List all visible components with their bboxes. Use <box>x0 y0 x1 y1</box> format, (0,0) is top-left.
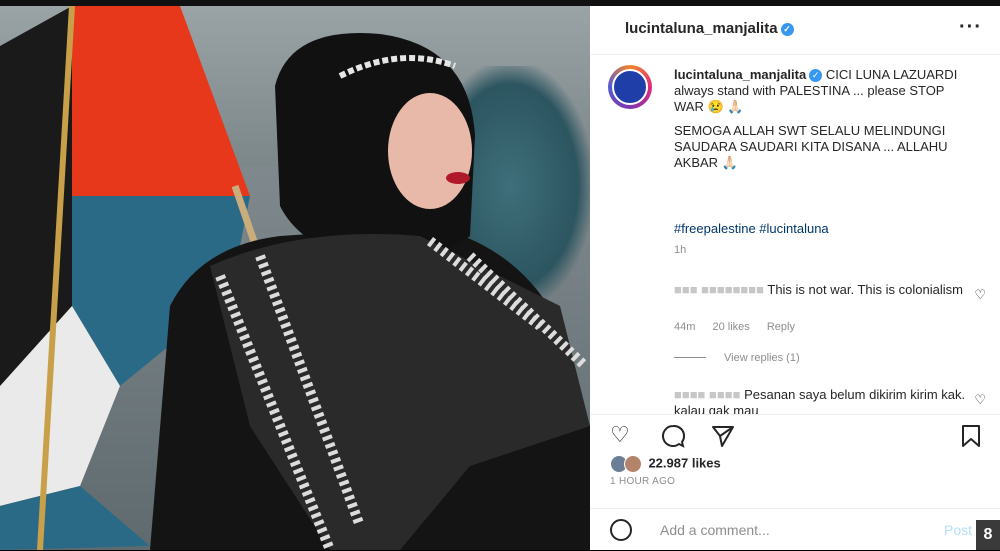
like-heart-icon[interactable]: ♡ <box>610 423 630 447</box>
comment-1-likes[interactable]: 20 likes <box>712 321 749 333</box>
add-comment-bar: Add a comment... Post <box>590 508 1000 551</box>
comment-1-reply-button[interactable]: Reply <box>767 321 795 333</box>
view-replies-label[interactable]: View replies (1) <box>724 352 800 364</box>
post-side-panel: lucintaluna_manjalita ✓ ··· lucintaluna_m… <box>590 6 1000 550</box>
post-actions: ♡ <box>590 414 1000 455</box>
post-header: lucintaluna_manjalita ✓ ··· <box>590 6 1000 55</box>
post-comment-button[interactable]: Post <box>944 522 972 538</box>
comment-1-time: 44m <box>674 321 696 333</box>
comment-2-username[interactable]: ■■■■ ■■■■ <box>674 387 740 402</box>
caption-line2: SEMOGA ALLAH SWT SELALU MELINDUNGI SAUDA… <box>674 123 948 170</box>
comment-input[interactable]: Add a comment... <box>660 522 770 538</box>
verified-icon: ✓ <box>780 23 794 36</box>
image-scene <box>0 6 590 550</box>
emoji-icon[interactable] <box>610 519 632 541</box>
person-lips <box>446 172 470 184</box>
hands-emoji-icon: 🙏🏻 <box>721 155 738 170</box>
post-image[interactable] <box>0 6 590 550</box>
bookmark-icon[interactable] <box>960 423 982 454</box>
comment-icon[interactable] <box>660 423 686 454</box>
caption-username[interactable]: lucintaluna_manjalita <box>674 67 806 82</box>
caption: lucintaluna_manjalita ✓ CICI LUNA LAZUARD… <box>674 67 974 179</box>
comment-like-heart-icon[interactable]: ♡ <box>974 392 986 408</box>
header-username[interactable]: lucintaluna_manjalita ✓ <box>625 20 794 37</box>
avatar[interactable] <box>608 65 652 109</box>
comment-like-heart-icon[interactable]: ♡ <box>974 287 986 303</box>
comment-1-text: This is not war. This is colonialism <box>767 282 963 297</box>
more-horizontal-icon[interactable]: ··· <box>959 16 982 39</box>
caption-hashtags[interactable]: #freepalestine #lucintaluna <box>674 221 829 236</box>
likes-count[interactable]: 22.987 likes <box>648 455 720 470</box>
replies-line <box>674 357 706 358</box>
comment-1-username[interactable]: ■■■ ■■■■■■■■ <box>674 282 764 297</box>
comment-1: ■■■ ■■■■■■■■ This is not war. This is co… <box>674 282 974 298</box>
comments-list[interactable]: lucintaluna_manjalita ✓ CICI LUNA LAZUARD… <box>590 55 1000 415</box>
post-age: 1 HOUR AGO <box>610 476 676 487</box>
view-replies-button[interactable]: View replies (1) <box>674 352 800 364</box>
likes-row[interactable]: 22.987 likes <box>610 454 721 473</box>
page-number-badge: 8 <box>976 520 1000 550</box>
comment-1-meta: 44m 20 likes Reply <box>674 321 809 333</box>
comment-2: ■■■■ ■■■■ Pesanan saya belum dikirim kir… <box>674 387 974 415</box>
caption-time: 1h <box>674 244 687 256</box>
hand-emoji-icon: 🙏🏻 <box>727 99 744 114</box>
share-icon[interactable] <box>710 423 736 454</box>
sad-emoji-icon: 😢 <box>707 99 724 114</box>
liker-avatar <box>624 454 642 473</box>
verified-icon: ✓ <box>809 69 823 82</box>
header-username-text[interactable]: lucintaluna_manjalita <box>625 20 778 37</box>
liker-avatars <box>610 454 644 473</box>
person-face <box>388 93 472 209</box>
